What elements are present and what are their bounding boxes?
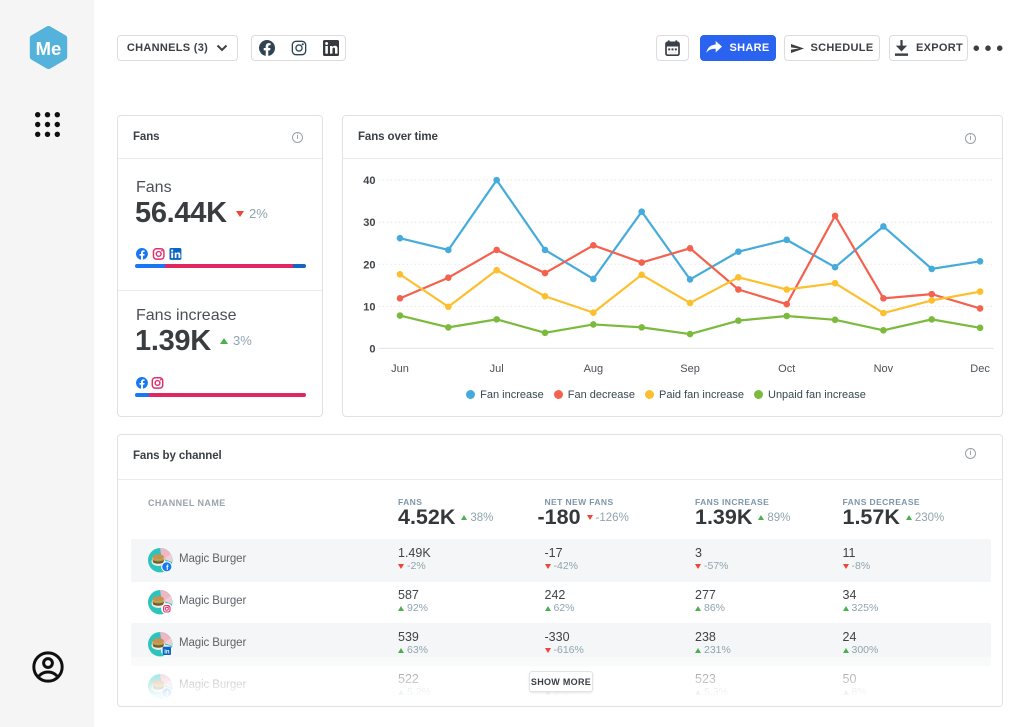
svg-text:30: 30: [363, 217, 375, 229]
svg-text:Nov: Nov: [874, 363, 894, 375]
svg-text:Dec: Dec: [970, 363, 990, 375]
svg-text:0: 0: [369, 343, 375, 355]
svg-text:in: in: [164, 650, 170, 656]
svg-text:40: 40: [363, 175, 375, 187]
svg-text:Sep: Sep: [680, 363, 700, 375]
svg-text:Me: Me: [36, 38, 62, 59]
svg-text:Oct: Oct: [778, 363, 795, 375]
svg-text:10: 10: [363, 301, 375, 313]
svg-text:Aug: Aug: [584, 363, 604, 375]
svg-text:Jul: Jul: [490, 363, 504, 375]
svg-text:Jun: Jun: [391, 363, 409, 375]
svg-text:20: 20: [363, 259, 375, 271]
